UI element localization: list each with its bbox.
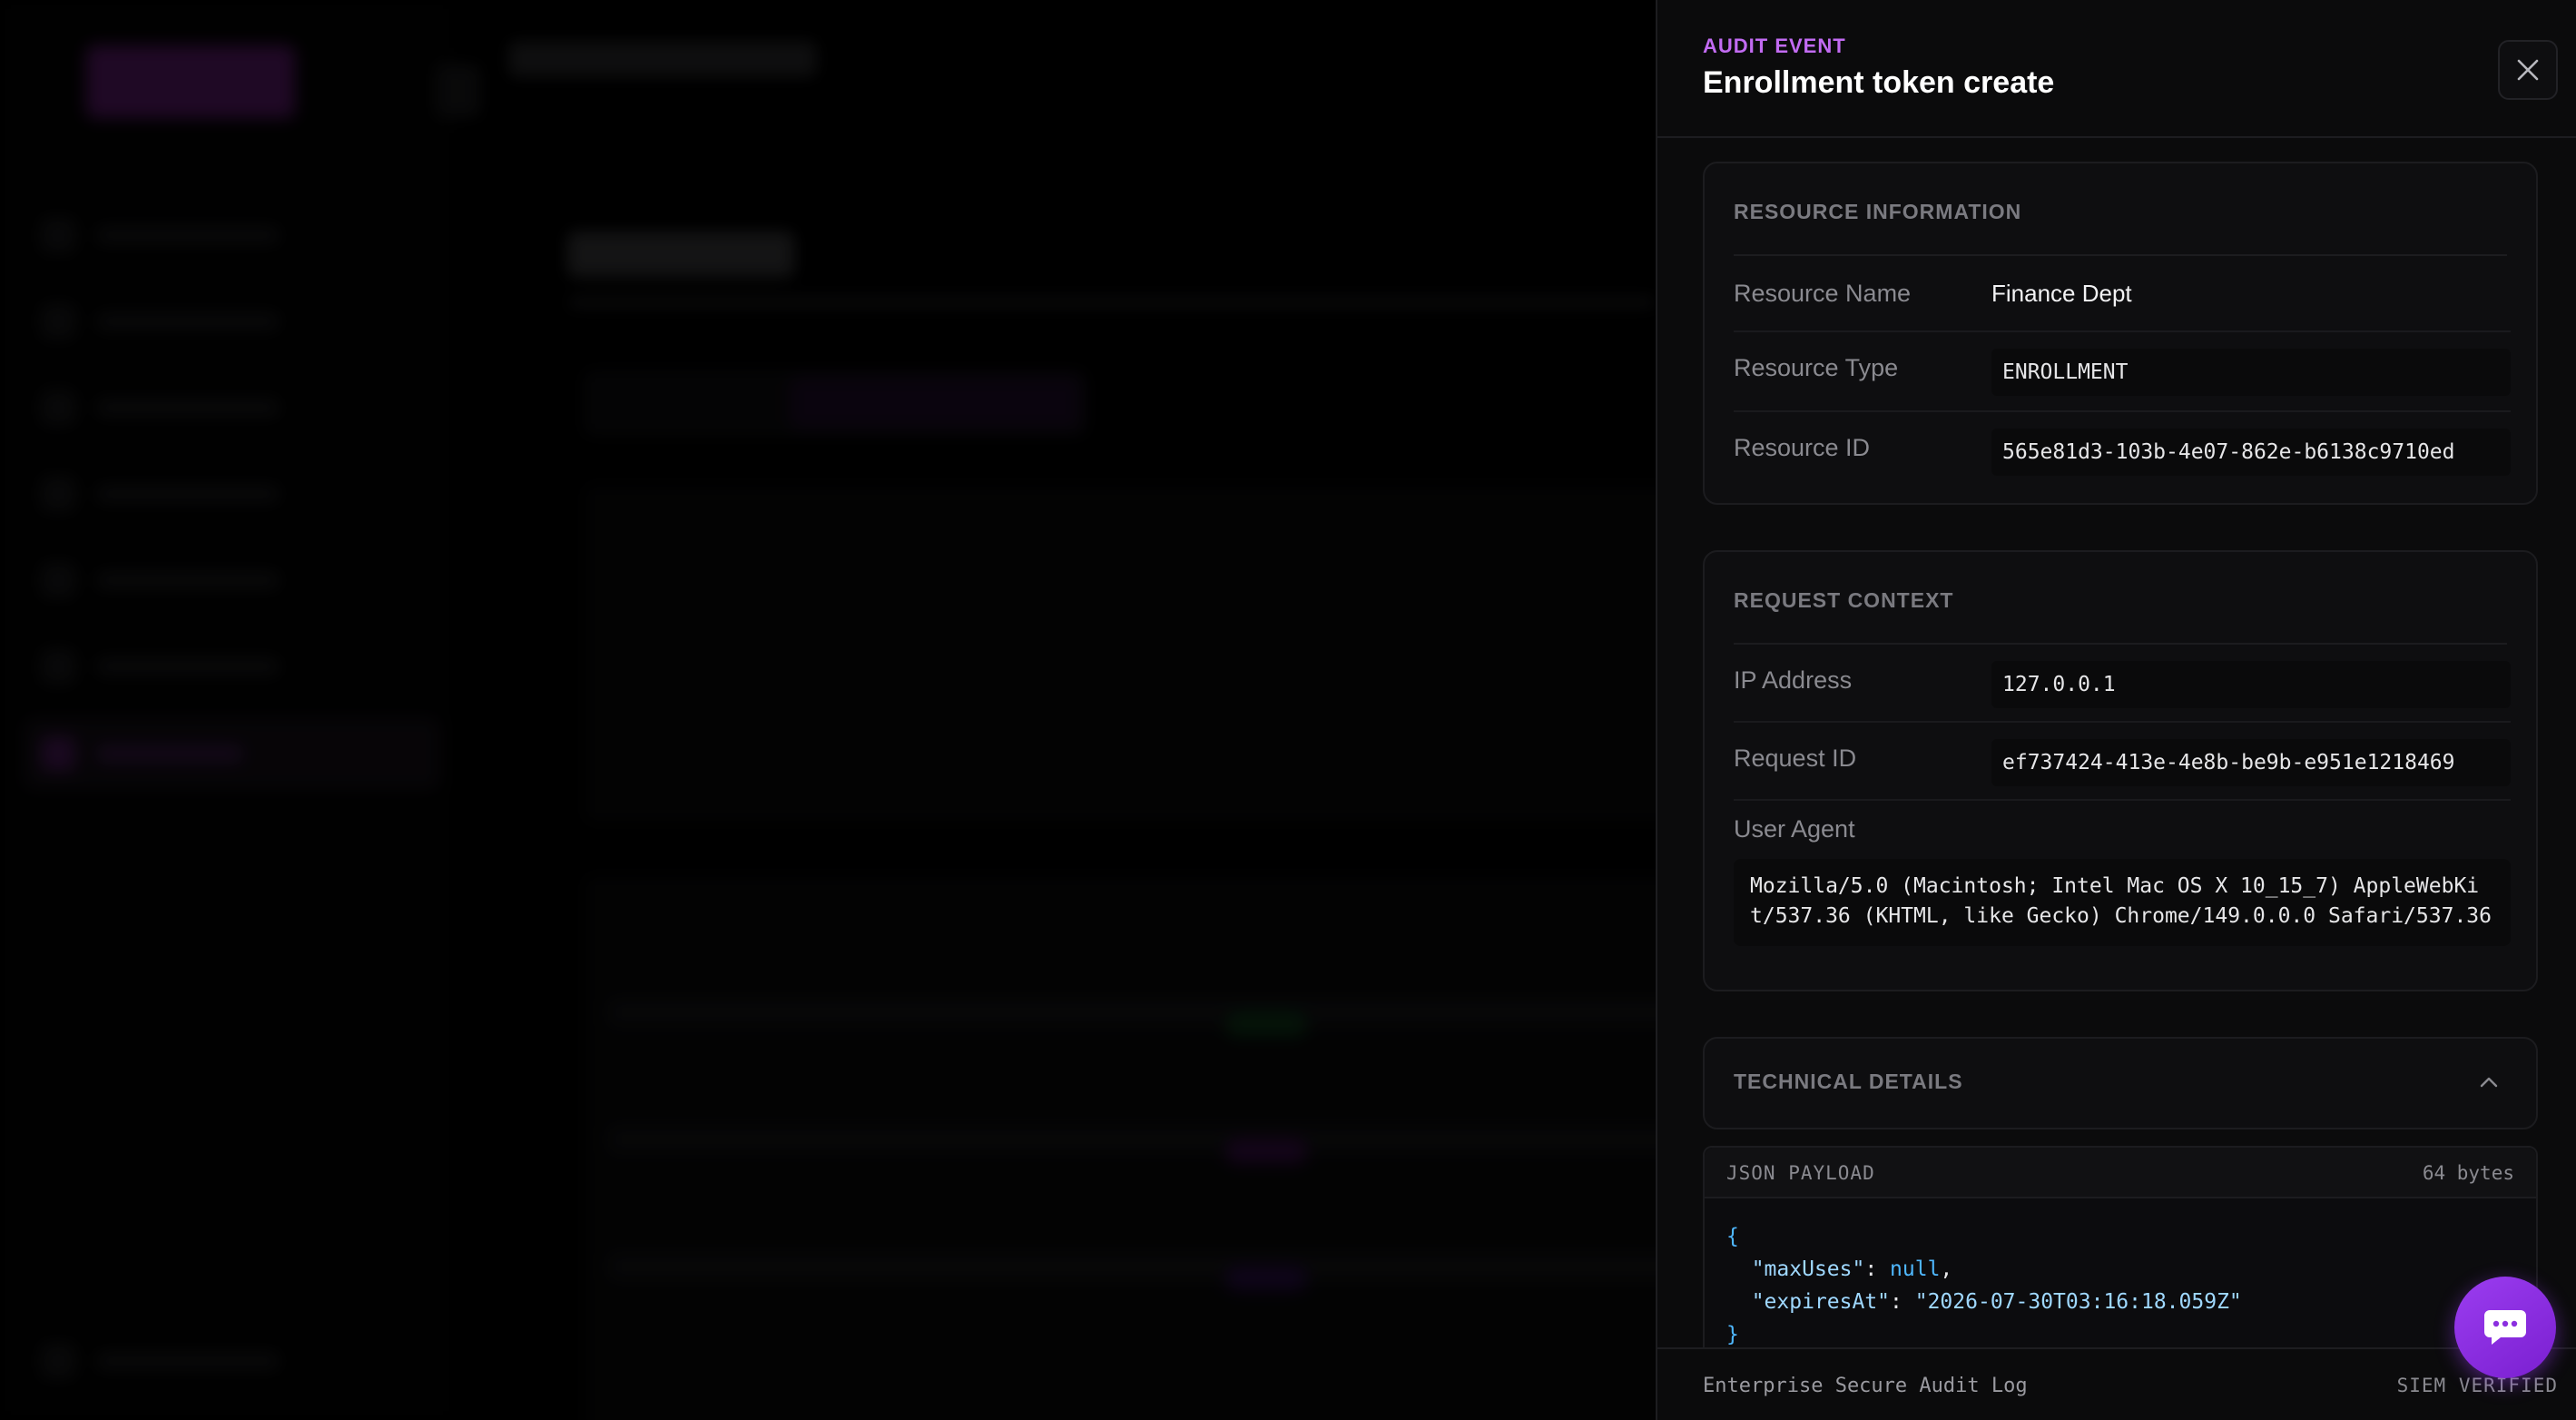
field-label: Request ID <box>1734 745 1857 772</box>
json-payload-size: 64 bytes <box>2422 1162 2514 1184</box>
section-title: RESOURCE INFORMATION <box>1734 200 2022 223</box>
json-open-brace: { <box>1726 1225 1739 1248</box>
json-payload-label: JSON PAYLOAD <box>1726 1162 1875 1184</box>
json-payload-panel: JSON PAYLOAD 64 bytes { "maxUses": null,… <box>1703 1146 2538 1382</box>
chevron-up-icon <box>2480 1077 2498 1088</box>
close-button[interactable] <box>2498 40 2558 100</box>
field-label: IP Address <box>1734 666 1853 694</box>
ip-address-value: 127.0.0.1 <box>1991 661 2511 708</box>
chat-bubble-icon <box>2484 1310 2526 1345</box>
resource-type-row: Resource Type ENROLLMENT <box>1734 332 2511 412</box>
resource-id-value: 565e81d3-103b-4e07-862e-b6138c9710ed <box>1991 429 2511 476</box>
json-key: "expiresAt" <box>1751 1290 1891 1314</box>
json-value: "2026-07-30T03:16:18.059Z" <box>1914 1290 2242 1314</box>
json-close-brace: } <box>1726 1323 1739 1346</box>
json-payload-header: JSON PAYLOAD 64 bytes <box>1705 1148 2536 1198</box>
audit-event-drawer: AUDIT EVENT Enrollment token create RESO… <box>1656 0 2576 1420</box>
collapse-toggle[interactable] <box>2469 1062 2509 1102</box>
json-separator: : <box>1864 1257 1891 1281</box>
section-title: TECHNICAL DETAILS <box>1734 1070 1963 1093</box>
json-trailing-comma: , <box>1940 1257 1953 1281</box>
drawer-footer: Enterprise Secure Audit Log SIEM VERIFIE… <box>1657 1347 2576 1420</box>
drawer-header: AUDIT EVENT Enrollment token create <box>1657 0 2576 138</box>
json-payload-code[interactable]: { "maxUses": null, "expiresAt": "2026-07… <box>1726 1220 2242 1351</box>
siem-verified-badge: SIEM VERIFIED <box>2396 1375 2558 1396</box>
resource-information-card: RESOURCE INFORMATION Resource Name Finan… <box>1703 162 2538 505</box>
request-id-row: Request ID ef737424-413e-4e8b-be9b-e951e… <box>1734 723 2511 801</box>
close-icon <box>2517 59 2539 81</box>
field-label: Resource Name <box>1734 280 1912 307</box>
resource-id-row: Resource ID 565e81d3-103b-4e07-862e-b613… <box>1734 412 2511 492</box>
drawer-title: Enrollment token create <box>1703 65 2055 100</box>
ip-address-row: IP Address 127.0.0.1 <box>1734 645 2511 723</box>
field-label: Resource ID <box>1734 434 1871 461</box>
json-separator: : <box>1890 1290 1915 1314</box>
request-id-value: ef737424-413e-4e8b-be9b-e951e1218469 <box>1991 739 2511 786</box>
json-value: null <box>1890 1257 1941 1281</box>
json-key: "maxUses" <box>1751 1257 1865 1281</box>
resource-name-value: Finance Dept <box>1991 280 2132 307</box>
resource-type-value: ENROLLMENT <box>1991 349 2511 396</box>
drawer-eyebrow: AUDIT EVENT <box>1703 35 1846 57</box>
section-title: REQUEST CONTEXT <box>1734 588 1954 612</box>
user-agent-value: Mozilla/5.0 (Macintosh; Intel Mac OS X 1… <box>1734 859 2511 946</box>
chat-button[interactable] <box>2454 1277 2556 1378</box>
technical-details-card[interactable]: TECHNICAL DETAILS <box>1703 1037 2538 1129</box>
field-label: Resource Type <box>1734 354 1899 381</box>
resource-name-row: Resource Name Finance Dept <box>1734 256 2511 332</box>
footer-audit-label: Enterprise Secure Audit Log <box>1703 1375 2028 1397</box>
user-agent-label: User Agent <box>1734 815 1855 843</box>
request-context-card: REQUEST CONTEXT IP Address 127.0.0.1 Req… <box>1703 550 2538 991</box>
